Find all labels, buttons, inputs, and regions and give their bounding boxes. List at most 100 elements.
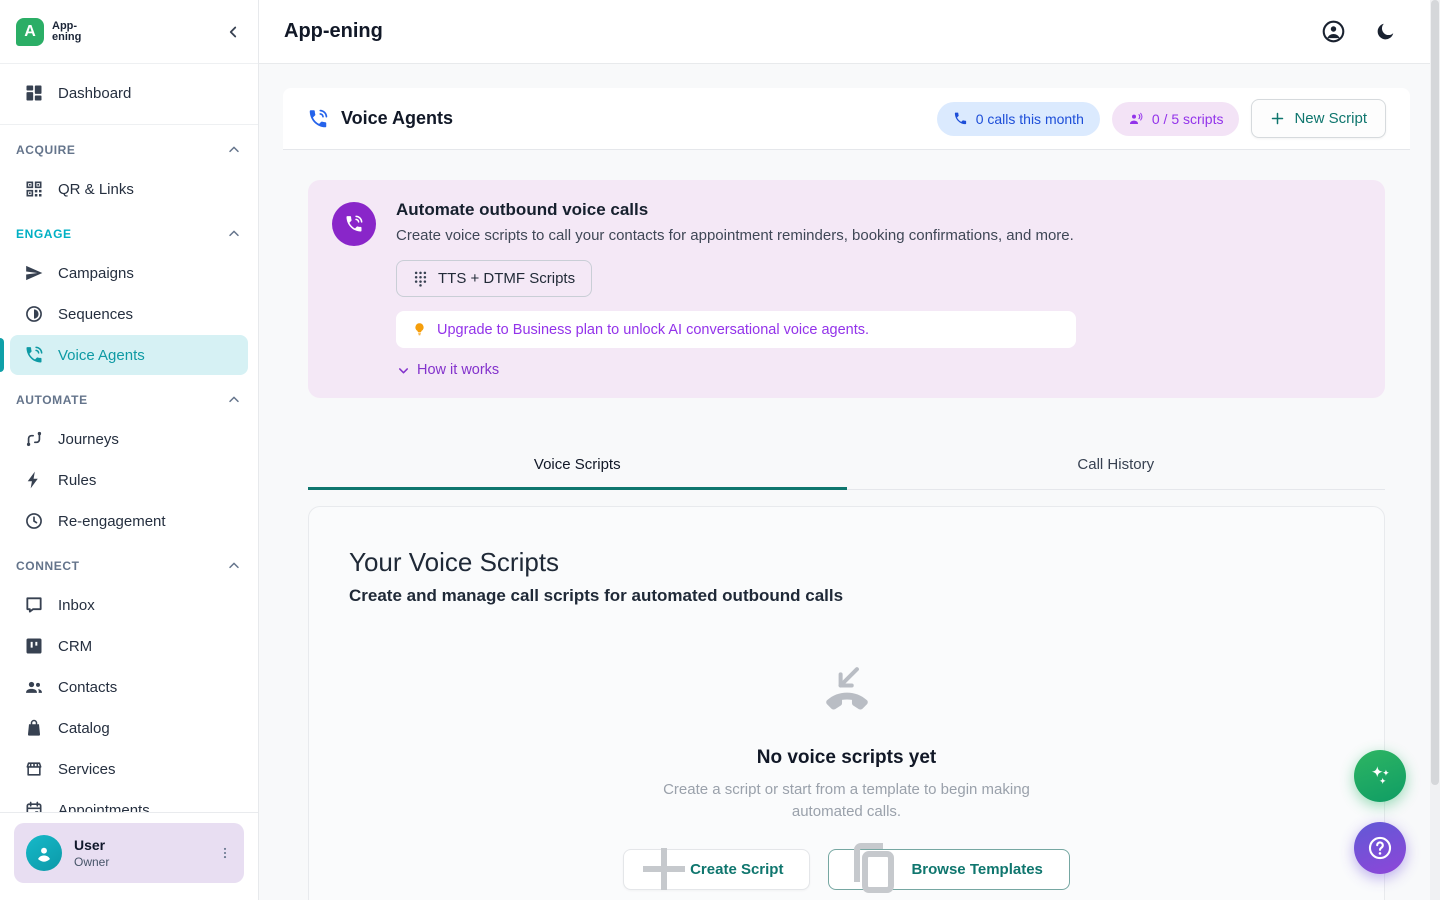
phone-call-icon <box>24 345 44 365</box>
sidebar-item-services[interactable]: Services <box>10 749 248 789</box>
sidebar-item-appointments[interactable]: Appointments <box>10 790 248 812</box>
chip-label: TTS + DTMF Scripts <box>438 270 575 287</box>
sidebar-item-contacts[interactable]: Contacts <box>10 667 248 707</box>
sidebar-item-label: Voice Agents <box>58 347 145 364</box>
sidebar-section-connect[interactable]: CONNECT <box>0 548 258 584</box>
lightning-bolt-icon <box>24 470 44 490</box>
voice-calls-banner: Automate outbound voice calls Create voi… <box>308 180 1385 398</box>
card-subheading: Create and manage call scripts for autom… <box>349 586 1344 606</box>
person-icon <box>33 842 55 864</box>
sidebar-item-label: Inbox <box>58 597 95 614</box>
chevron-down-icon <box>396 363 411 378</box>
send-icon <box>24 263 44 283</box>
plus-icon <box>1270 111 1285 126</box>
user-card[interactable]: User Owner <box>14 823 244 883</box>
scrollbar-thumb[interactable] <box>1431 0 1439 785</box>
main-area: App-ening Voice Agents 0 calls this mont… <box>259 0 1440 900</box>
sidebar-item-re-engagement[interactable]: Re-engagement <box>10 501 248 541</box>
sidebar-item-label: QR & Links <box>58 181 134 198</box>
tts-dtmf-chip: TTS + DTMF Scripts <box>396 260 592 297</box>
sidebar-item-label: Appointments <box>58 802 150 813</box>
kanban-icon <box>24 636 44 656</box>
sidebar-item-qr-links[interactable]: QR & Links <box>10 169 248 209</box>
empty-state-description: Create a script or start from a template… <box>652 779 1042 823</box>
scrollbar-track[interactable] <box>1430 0 1440 900</box>
phone-icon <box>953 111 968 126</box>
banner-description: Create voice scripts to call your contac… <box>396 227 1361 244</box>
chevron-left-icon <box>224 23 242 41</box>
phone-call-icon <box>344 214 364 234</box>
help-button[interactable] <box>1354 822 1406 874</box>
browse-templates-button[interactable]: Browse Templates <box>828 849 1069 890</box>
how-it-works-label: How it works <box>417 362 499 378</box>
ai-assistant-button[interactable] <box>1354 750 1406 802</box>
moon-icon <box>1374 21 1396 43</box>
calendar-icon <box>24 800 44 812</box>
calls-this-month-badge: 0 calls this month <box>937 102 1100 136</box>
route-icon <box>24 429 44 449</box>
user-role: Owner <box>74 855 109 869</box>
sidebar-item-label: Catalog <box>58 720 110 737</box>
voice-scripts-card: Your Voice Scripts Create and manage cal… <box>308 506 1385 900</box>
banner-phone-badge <box>332 202 376 246</box>
app-title: App-ening <box>284 20 383 43</box>
chevron-up-icon <box>226 392 242 408</box>
new-script-button[interactable]: New Script <box>1251 99 1386 138</box>
sidebar-item-journeys[interactable]: Journeys <box>10 419 248 459</box>
calls-badge-label: 0 calls this month <box>976 111 1084 127</box>
dark-mode-toggle[interactable] <box>1374 21 1396 43</box>
upgrade-callout: Upgrade to Business plan to unlock AI co… <box>396 311 1076 348</box>
sidebar-logo-row: A App- ening <box>0 0 258 64</box>
sidebar-item-label: Journeys <box>58 431 119 448</box>
sidebar-item-campaigns[interactable]: Campaigns <box>10 253 248 293</box>
storefront-icon <box>24 759 44 779</box>
user-circle-icon <box>1321 19 1346 44</box>
content: Voice Agents 0 calls this month 0 / 5 sc… <box>259 64 1440 900</box>
sidebar-item-label: Contacts <box>58 679 117 696</box>
create-script-label: Create Script <box>690 861 783 878</box>
lightbulb-icon <box>412 321 427 338</box>
app-logo-text: App- ening <box>52 21 81 43</box>
create-script-button[interactable]: Create Script <box>623 849 810 890</box>
sidebar-section-automate[interactable]: AUTOMATE <box>0 382 258 418</box>
user-menu-button[interactable] <box>218 845 232 861</box>
sidebar-item-label: CRM <box>58 638 92 655</box>
sidebar-item-voice-agents[interactable]: Voice Agents <box>10 335 248 375</box>
phone-call-icon <box>307 108 329 130</box>
sparkles-icon <box>1367 763 1393 789</box>
sidebar: A App- ening Dashboard ACQUIRE QR & Link… <box>0 0 259 900</box>
empty-state: No voice scripts yet Create a script or … <box>349 664 1344 890</box>
sidebar-section-acquire[interactable]: ACQUIRE <box>0 132 258 168</box>
section-label: AUTOMATE <box>16 393 88 407</box>
tab-voice-scripts[interactable]: Voice Scripts <box>308 444 847 490</box>
banner-title: Automate outbound voice calls <box>396 200 1361 220</box>
sidebar-item-dashboard[interactable]: Dashboard <box>10 73 248 113</box>
sidebar-item-label: Dashboard <box>58 85 131 102</box>
page-header-bar: Voice Agents 0 calls this month 0 / 5 sc… <box>283 88 1410 150</box>
sidebar-item-rules[interactable]: Rules <box>10 460 248 500</box>
scripts-badge-label: 0 / 5 scripts <box>1152 111 1224 127</box>
account-button[interactable] <box>1321 19 1346 44</box>
dashboard-icon <box>24 83 44 103</box>
how-it-works-toggle[interactable]: How it works <box>396 362 1361 378</box>
sidebar-item-crm[interactable]: CRM <box>10 626 248 666</box>
chevron-up-icon <box>226 558 242 574</box>
sidebar-item-inbox[interactable]: Inbox <box>10 585 248 625</box>
sidebar-item-catalog[interactable]: Catalog <box>10 708 248 748</box>
clock-icon <box>24 511 44 531</box>
people-icon <box>24 677 44 697</box>
chevron-up-icon <box>226 226 242 242</box>
tab-call-history[interactable]: Call History <box>847 444 1386 490</box>
sidebar-item-sequences[interactable]: Sequences <box>10 294 248 334</box>
user-avatar <box>26 835 62 871</box>
sidebar-nav: Dashboard ACQUIRE QR & Links ENGAGE Camp… <box>0 64 258 812</box>
tab-bar: Voice Scripts Call History <box>308 444 1385 490</box>
sidebar-item-label: Services <box>58 761 116 778</box>
sidebar-collapse-button[interactable] <box>224 23 242 41</box>
section-label: ACQUIRE <box>16 143 76 157</box>
app-logo-line2: ening <box>52 32 81 43</box>
sidebar-section-engage[interactable]: ENGAGE <box>0 216 258 252</box>
shopping-bag-icon <box>24 718 44 738</box>
phone-missed-icon <box>818 664 876 716</box>
sidebar-footer: User Owner <box>0 812 258 900</box>
